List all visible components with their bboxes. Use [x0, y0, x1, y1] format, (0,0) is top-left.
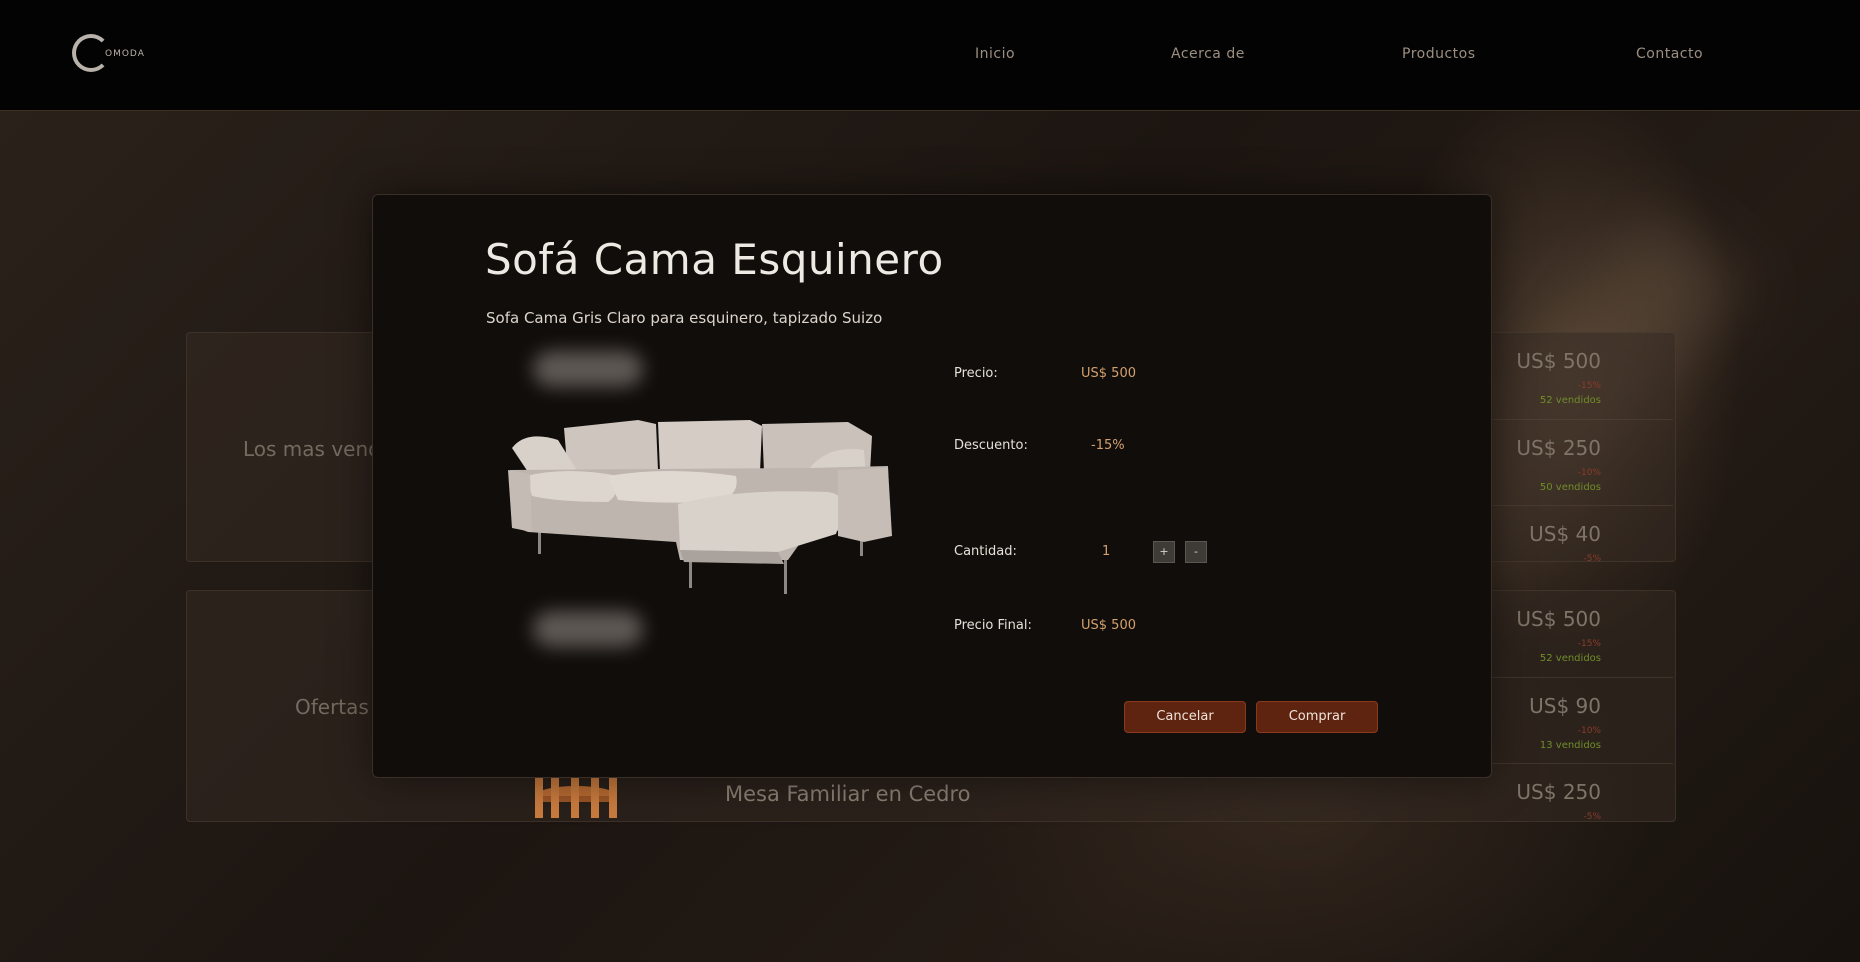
- item-discount: -10%: [1577, 468, 1601, 478]
- item-sold: 13 vendidos: [1539, 740, 1601, 751]
- blurred-thumbnail: [533, 611, 643, 647]
- item-discount: -5%: [1583, 554, 1601, 562]
- discount-value: -15%: [1091, 438, 1125, 453]
- price-label: Precio:: [954, 366, 998, 381]
- final-price-label: Precio Final:: [954, 618, 1032, 633]
- nav-contacto[interactable]: Contacto: [1636, 46, 1703, 62]
- nav-productos[interactable]: Productos: [1402, 46, 1476, 62]
- quantity-increase-button[interactable]: +: [1153, 541, 1175, 563]
- item-sold: 52 vendidos: [1539, 653, 1601, 664]
- discount-label: Descuento:: [954, 438, 1028, 453]
- item-discount: -10%: [1577, 726, 1601, 736]
- modal-description: Sofa Cama Gris Claro para esquinero, tap…: [486, 309, 883, 327]
- item-price: US$ 250: [1516, 780, 1601, 804]
- item-price: US$ 40: [1529, 522, 1601, 546]
- cancel-button[interactable]: Cancelar: [1124, 701, 1246, 733]
- quantity-label: Cantidad:: [954, 544, 1017, 559]
- purchase-modal: Sofá Cama Esquinero Sofa Cama Gris Claro…: [372, 194, 1492, 778]
- product-image: [508, 420, 892, 594]
- item-discount: -15%: [1577, 639, 1601, 649]
- blurred-thumbnail: [533, 351, 643, 387]
- nav-acerca-de[interactable]: Acerca de: [1171, 46, 1245, 62]
- price-value: US$ 500: [1081, 366, 1136, 381]
- item-name: Mesa Familiar en Cedro: [725, 782, 971, 806]
- item-discount: -15%: [1577, 381, 1601, 391]
- item-discount: -5%: [1583, 812, 1601, 822]
- nav-inicio[interactable]: Inicio: [975, 46, 1015, 62]
- item-sold: 50 vendidos: [1539, 482, 1601, 493]
- item-price: US$ 500: [1516, 349, 1601, 373]
- item-price: US$ 250: [1516, 436, 1601, 460]
- item-price: US$ 500: [1516, 607, 1601, 631]
- quantity-decrease-button[interactable]: -: [1185, 541, 1207, 563]
- logo[interactable]: OMODA: [72, 34, 152, 74]
- logo-text: OMODA: [105, 49, 145, 59]
- quantity-value: 1: [1102, 544, 1111, 559]
- offers-title: Ofertas: [295, 695, 369, 719]
- item-sold: 52 vendidos: [1539, 395, 1601, 406]
- final-price-value: US$ 500: [1081, 618, 1136, 633]
- product-thumbnail: [535, 772, 617, 818]
- buy-button[interactable]: Comprar: [1256, 701, 1378, 733]
- modal-title: Sofá Cama Esquinero: [485, 235, 944, 284]
- item-price: US$ 90: [1529, 694, 1601, 718]
- site-header: OMODA Inicio Acerca de Productos Contact…: [0, 0, 1860, 111]
